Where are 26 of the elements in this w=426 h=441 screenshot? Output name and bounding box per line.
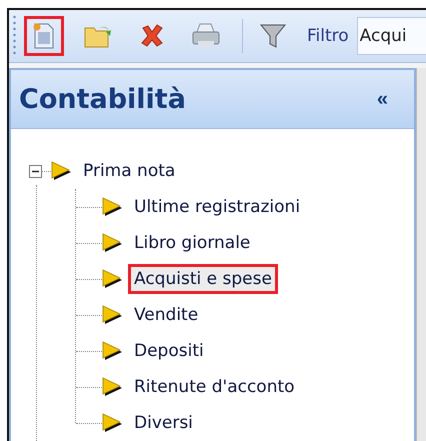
tree-item[interactable]: Ultime registrazioni	[128, 192, 306, 222]
collapse-toggle[interactable]	[29, 164, 42, 178]
tree-item[interactable]: Diversi	[128, 408, 199, 438]
filter-field[interactable]: Acqui	[356, 17, 426, 55]
tree-item[interactable]: Acquisti e spese	[128, 264, 278, 294]
tree-item[interactable]: Libro giornale	[128, 228, 256, 258]
tree-item[interactable]: Depositi	[128, 336, 210, 366]
tree-item[interactable]: Prima nota	[77, 156, 182, 186]
arrow-icon	[102, 377, 124, 397]
collapse-button[interactable]: «	[376, 88, 388, 110]
arrow-icon	[102, 269, 124, 289]
arrow-icon	[102, 341, 124, 361]
arrow-icon	[51, 161, 73, 181]
tree-item[interactable]: Ritenute d'acconto	[128, 372, 301, 402]
arrow-icon	[102, 197, 124, 217]
tree-item[interactable]: Vendite	[128, 300, 204, 330]
delete-icon	[139, 23, 165, 49]
arrow-icon	[102, 413, 124, 433]
printer-icon	[191, 22, 221, 50]
panel-title: Contabilità	[19, 84, 186, 114]
filter-icon	[259, 22, 287, 50]
arrow-icon	[102, 233, 124, 253]
new-button[interactable]	[24, 16, 64, 56]
arrow-icon	[102, 305, 124, 325]
filter-label: Filtro	[307, 26, 349, 46]
grip-handle[interactable]	[13, 14, 16, 58]
